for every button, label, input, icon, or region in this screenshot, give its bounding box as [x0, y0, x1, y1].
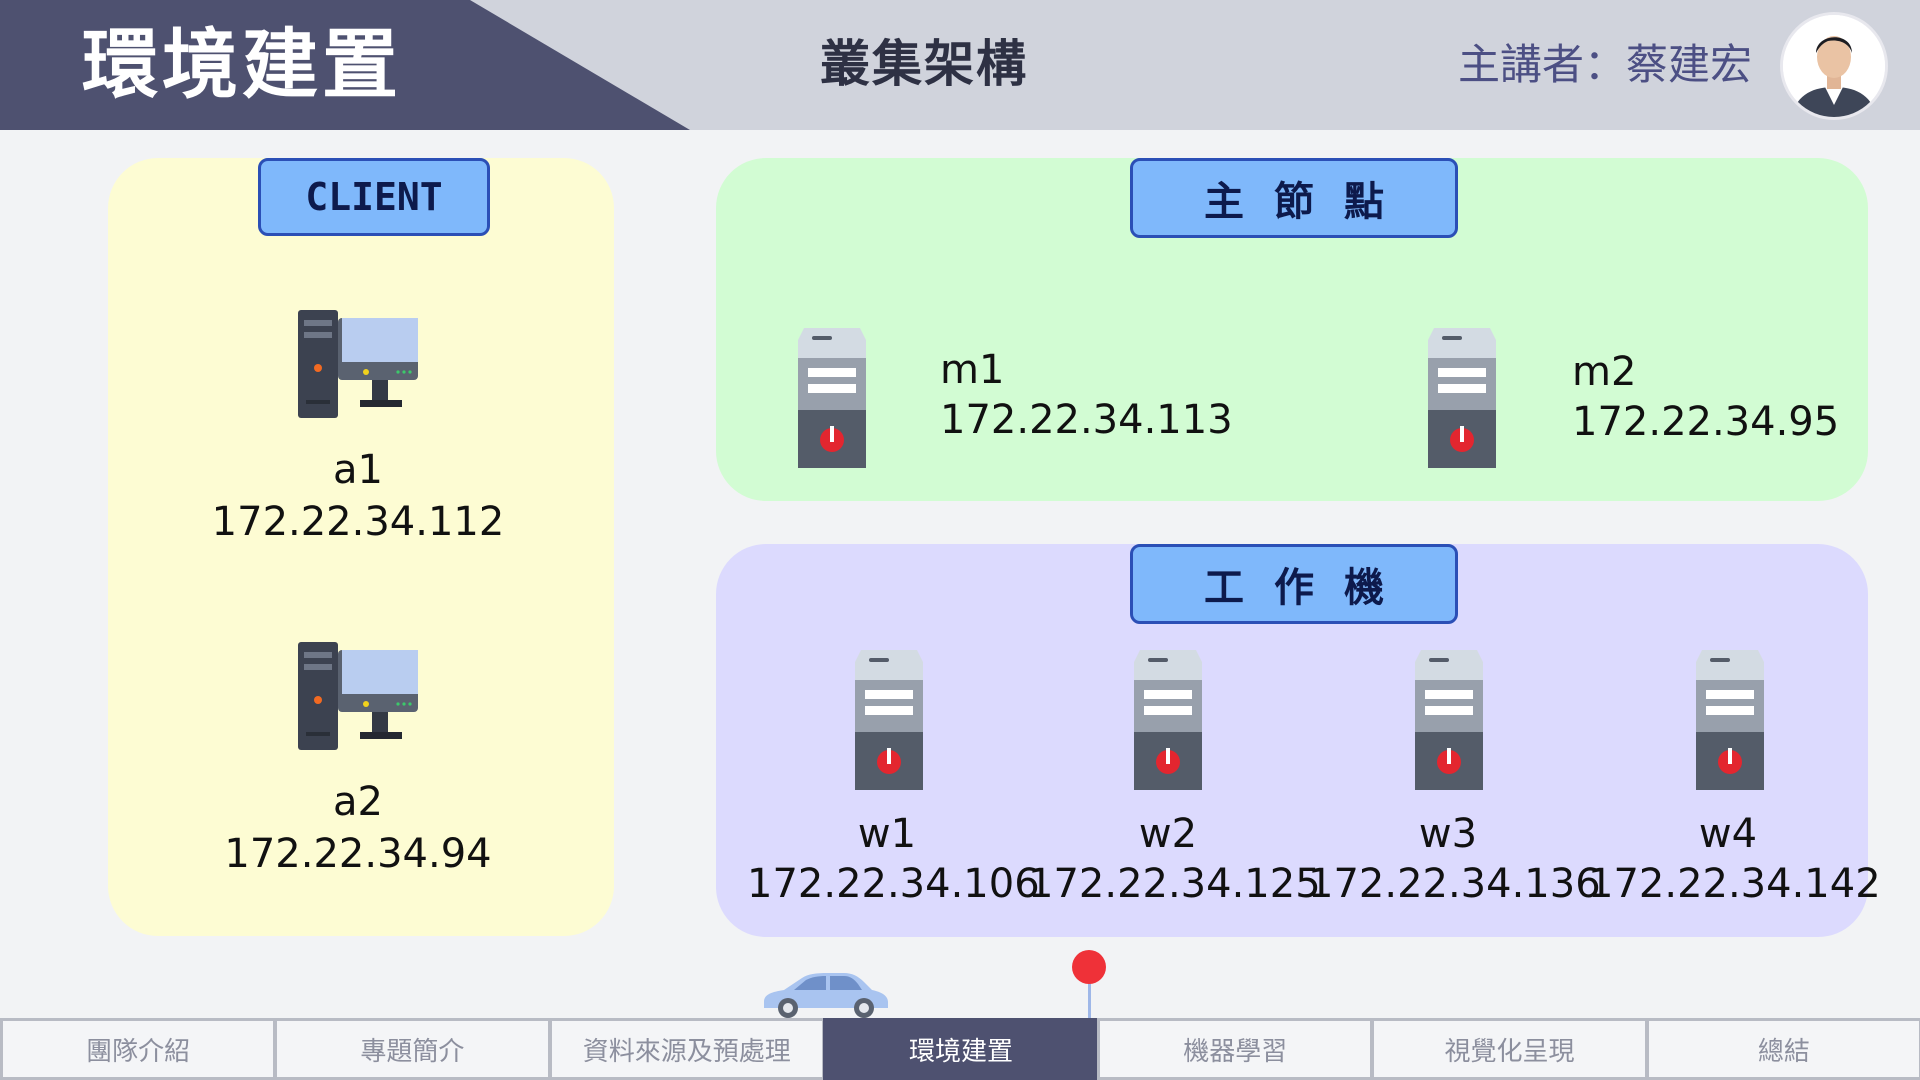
client-node-ip: 172.22.34.94: [224, 831, 492, 877]
worker-node-ip: 172.22.34.136: [1308, 861, 1601, 907]
nav-item-project-intro[interactable]: 專題簡介: [274, 1018, 549, 1080]
server-icon: [855, 650, 923, 794]
worker-node-name: w4: [1698, 811, 1758, 857]
worker-node-label: 工作機: [1130, 544, 1458, 624]
worker-node-ip: 172.22.34.125: [1028, 861, 1321, 907]
master-node-ip: 172.22.34.113: [940, 397, 1233, 443]
header-bar: 環境建置 叢集架構 主講者：蔡建宏: [0, 0, 1920, 130]
client-node-name: a2: [333, 779, 383, 825]
worker-node-name: w3: [1418, 811, 1478, 857]
client-node-ip: 172.22.34.112: [211, 499, 505, 545]
car-icon: [758, 970, 890, 1024]
nav-item-machine-learning[interactable]: 機器學習: [1097, 1018, 1372, 1080]
pin-icon: [1072, 950, 1106, 984]
client-label: CLIENT: [258, 158, 490, 236]
presenter-avatar: [1780, 12, 1888, 120]
desktop-computer-icon: [296, 310, 422, 422]
server-icon: [1415, 650, 1483, 794]
client-node-name: a1: [333, 447, 383, 493]
nav-item-summary[interactable]: 總結: [1645, 1018, 1920, 1080]
nav-item-data-source[interactable]: 資料來源及預處理: [548, 1018, 823, 1080]
server-icon: [1696, 650, 1764, 794]
server-icon: [1428, 328, 1496, 472]
presenter-name: 主講者：蔡建宏: [1458, 40, 1753, 89]
server-icon: [798, 328, 866, 472]
desktop-computer-icon: [296, 642, 422, 754]
nav-item-environment[interactable]: 環境建置: [822, 1018, 1098, 1080]
worker-node-name: w1: [857, 811, 917, 857]
worker-node-name: w2: [1138, 811, 1198, 857]
server-icon: [1134, 650, 1202, 794]
page-title: 環境建置: [82, 20, 402, 109]
master-node-name: m1: [940, 347, 1005, 393]
nav-item-team[interactable]: 團隊介紹: [0, 1018, 275, 1080]
master-node-name: m2: [1572, 349, 1637, 395]
nav-item-visualization[interactable]: 視覺化呈現: [1371, 1018, 1646, 1080]
slide-subtitle: 叢集架構: [820, 35, 1028, 93]
master-node-ip: 172.22.34.95: [1572, 399, 1840, 445]
section-nav: 團隊介紹 專題簡介 資料來源及預處理 環境建置 機器學習 視覺化呈現 總結: [0, 1018, 1920, 1080]
worker-node-ip: 172.22.34.106: [747, 861, 1040, 907]
master-node-label: 主節點: [1130, 158, 1458, 238]
worker-node-ip: 172.22.34.142: [1588, 861, 1881, 907]
